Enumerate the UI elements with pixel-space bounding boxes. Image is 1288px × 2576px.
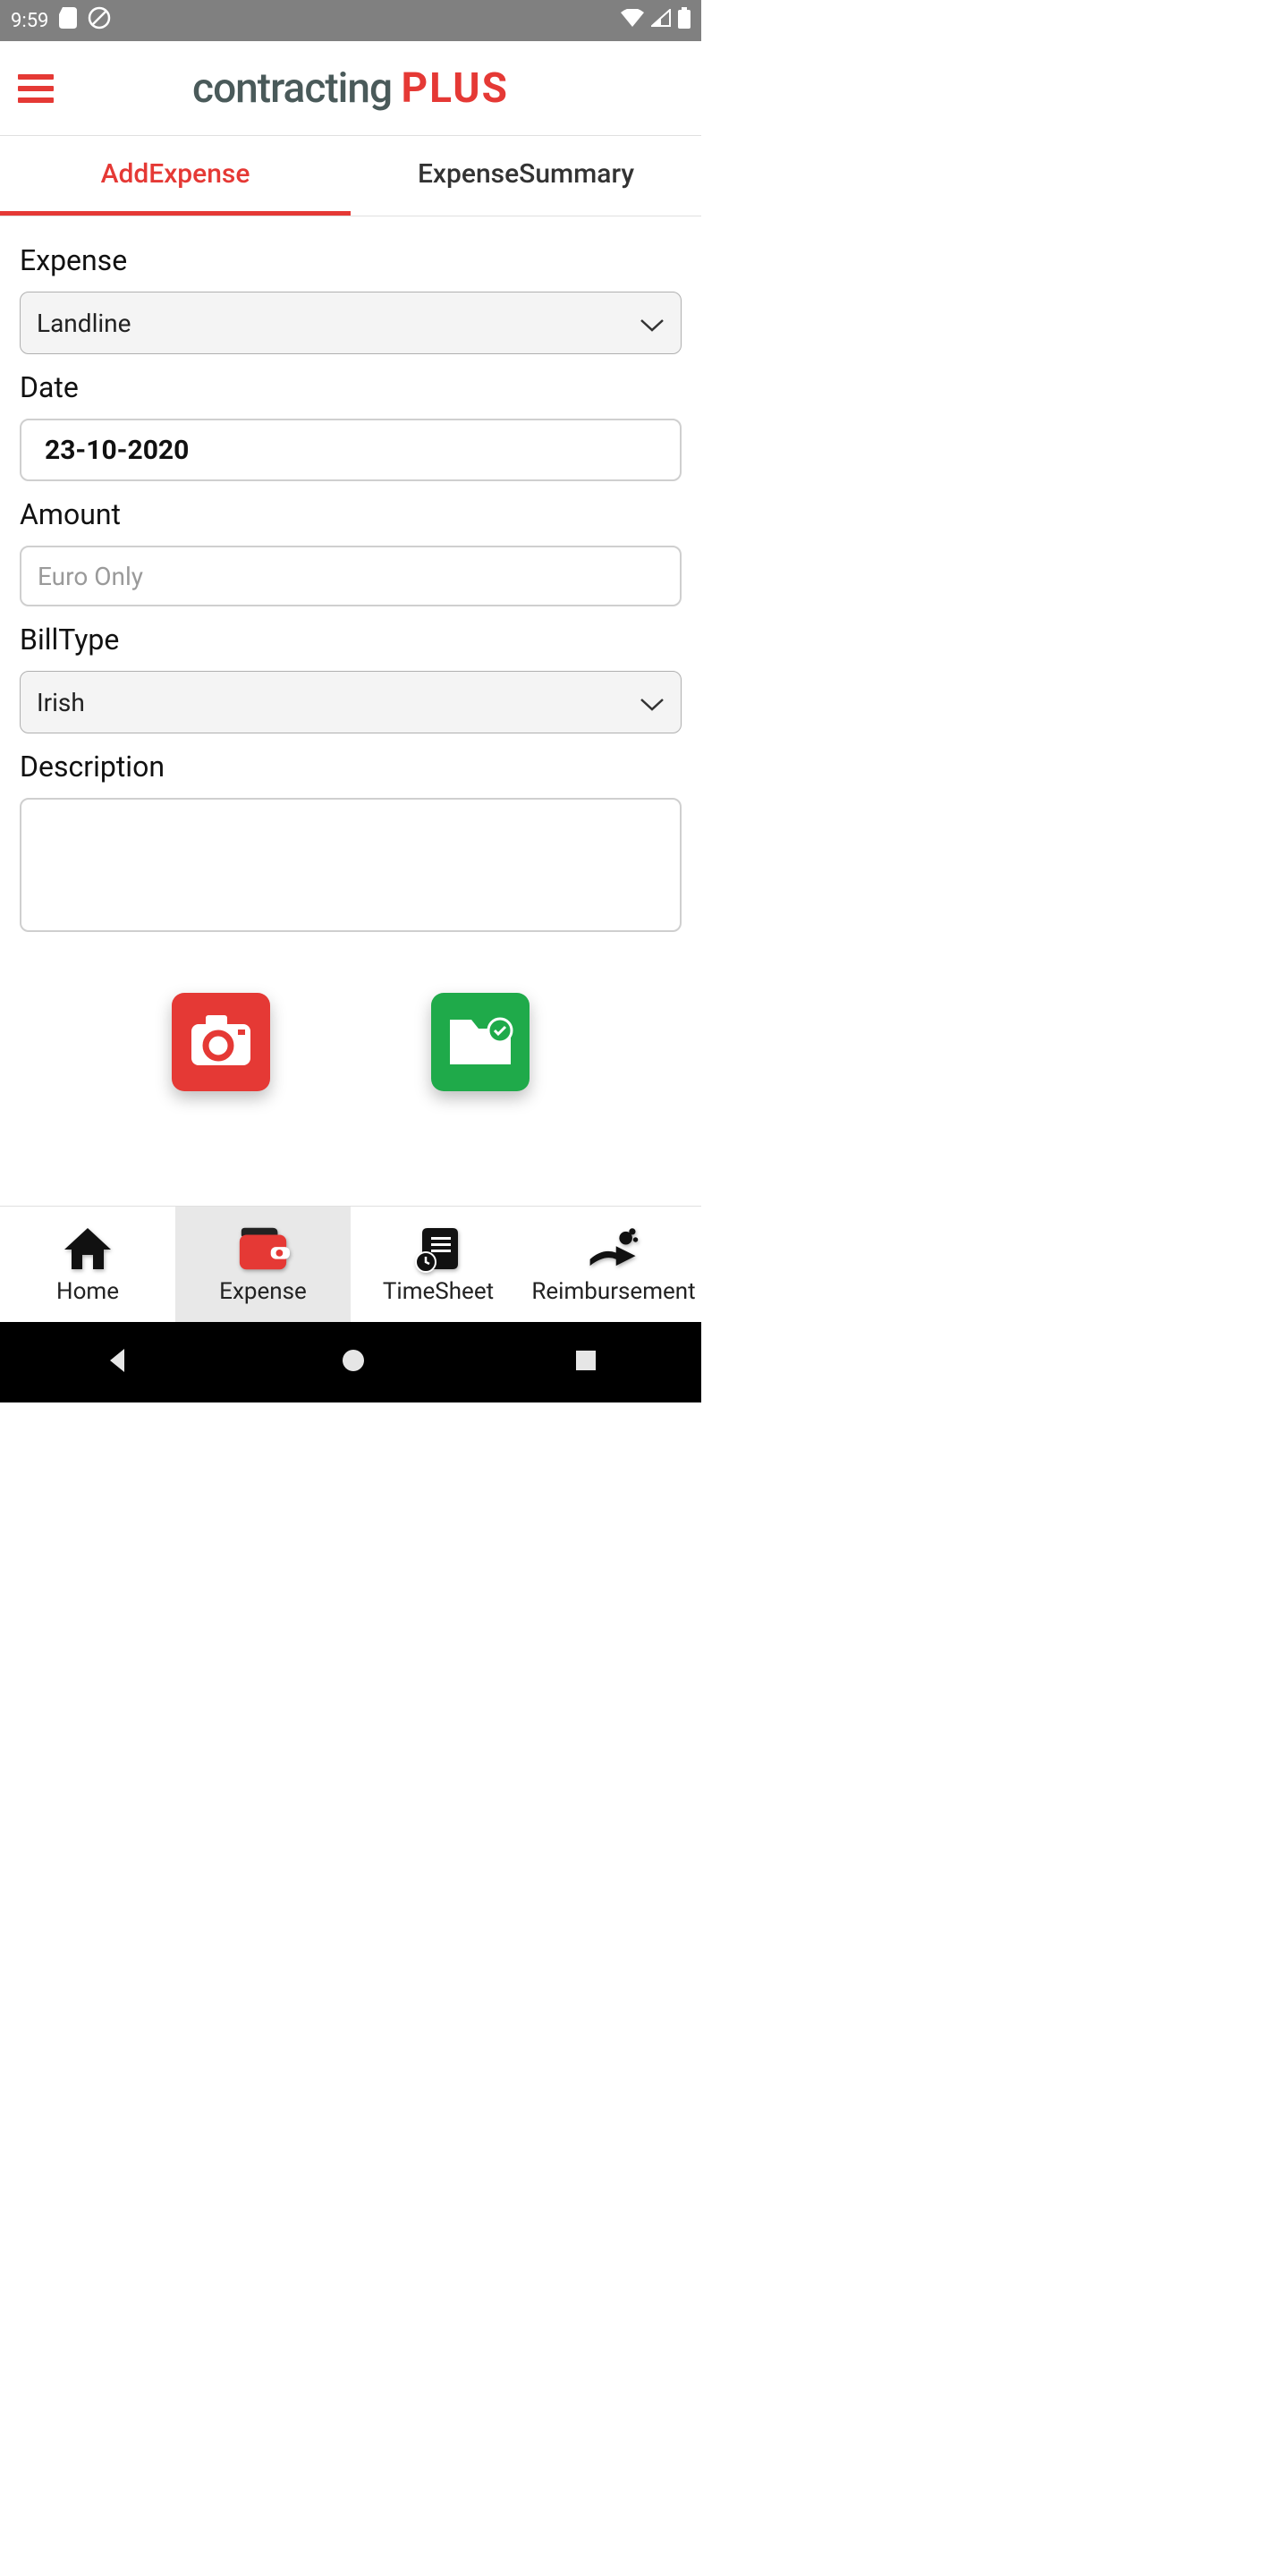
nav-reimbursement[interactable]: Reimbursement — [526, 1207, 701, 1322]
folder-check-icon — [445, 1009, 516, 1075]
date-value: 23-10-2020 — [45, 435, 189, 466]
nav-expense[interactable]: Expense — [175, 1207, 351, 1322]
nav-label: TimeSheet — [383, 1278, 494, 1305]
app-header: contracting PLUS — [0, 41, 701, 136]
nav-label: Expense — [219, 1278, 307, 1305]
brand-logo: contracting PLUS — [192, 64, 509, 113]
nav-label: Reimbursement — [531, 1278, 695, 1305]
billtype-value: Irish — [37, 688, 85, 717]
amount-label: Amount — [20, 497, 682, 531]
expense-select[interactable]: Landline — [20, 292, 682, 354]
amount-placeholder: Euro Only — [38, 562, 143, 591]
date-field: Date 23-10-2020 — [20, 370, 682, 481]
amount-field: Amount Euro Only — [20, 497, 682, 606]
form-area: Expense Landline Date 23-10-2020 Amount … — [0, 216, 701, 1206]
bottom-nav: Home Expense TimeSheet — [0, 1206, 701, 1322]
tab-label: AddExpense — [101, 158, 250, 190]
battery-icon — [678, 7, 691, 34]
expense-label: Expense — [20, 243, 682, 277]
system-nav-bar — [0, 1322, 701, 1402]
do-not-disturb-icon — [88, 6, 111, 35]
camera-icon — [190, 1013, 252, 1071]
recent-apps-button[interactable] — [573, 1348, 598, 1377]
tab-bar: AddExpense ExpenseSummary — [0, 136, 701, 216]
tab-expense-summary[interactable]: ExpenseSummary — [351, 136, 701, 216]
sd-card-icon — [59, 7, 77, 34]
nav-home[interactable]: Home — [0, 1207, 175, 1322]
timesheet-icon — [411, 1224, 465, 1273]
reimbursement-icon — [587, 1224, 640, 1273]
home-icon — [61, 1224, 114, 1273]
expense-value: Landline — [37, 309, 131, 338]
nav-timesheet[interactable]: TimeSheet — [351, 1207, 526, 1322]
billtype-field: BillType Irish — [20, 623, 682, 733]
expense-field: Expense Landline — [20, 243, 682, 354]
action-row — [20, 993, 682, 1091]
billtype-label: BillType — [20, 623, 682, 657]
chevron-down-icon — [640, 688, 665, 717]
date-label: Date — [20, 370, 682, 404]
description-label: Description — [20, 750, 682, 784]
tab-add-expense[interactable]: AddExpense — [0, 136, 351, 216]
camera-button[interactable] — [172, 993, 270, 1091]
folder-button[interactable] — [431, 993, 530, 1091]
cell-signal-icon — [651, 9, 671, 32]
tab-label: ExpenseSummary — [418, 158, 634, 190]
billtype-select[interactable]: Irish — [20, 671, 682, 733]
wallet-icon — [236, 1224, 290, 1273]
wifi-icon — [621, 9, 644, 32]
description-input[interactable] — [20, 798, 682, 932]
back-button[interactable] — [103, 1345, 133, 1379]
status-right — [621, 7, 691, 34]
date-input[interactable]: 23-10-2020 — [20, 419, 682, 481]
description-field: Description — [20, 750, 682, 932]
status-time: 9:59 — [11, 10, 48, 32]
chevron-down-icon — [640, 309, 665, 338]
nav-label: Home — [56, 1278, 119, 1305]
brand-text-red: PLUS — [402, 64, 509, 113]
amount-input[interactable]: Euro Only — [20, 546, 682, 606]
brand-text-dark: contracting — [192, 64, 392, 113]
status-left: 9:59 — [11, 6, 111, 35]
status-bar: 9:59 — [0, 0, 701, 41]
home-button[interactable] — [340, 1347, 367, 1377]
menu-button[interactable] — [18, 74, 54, 103]
